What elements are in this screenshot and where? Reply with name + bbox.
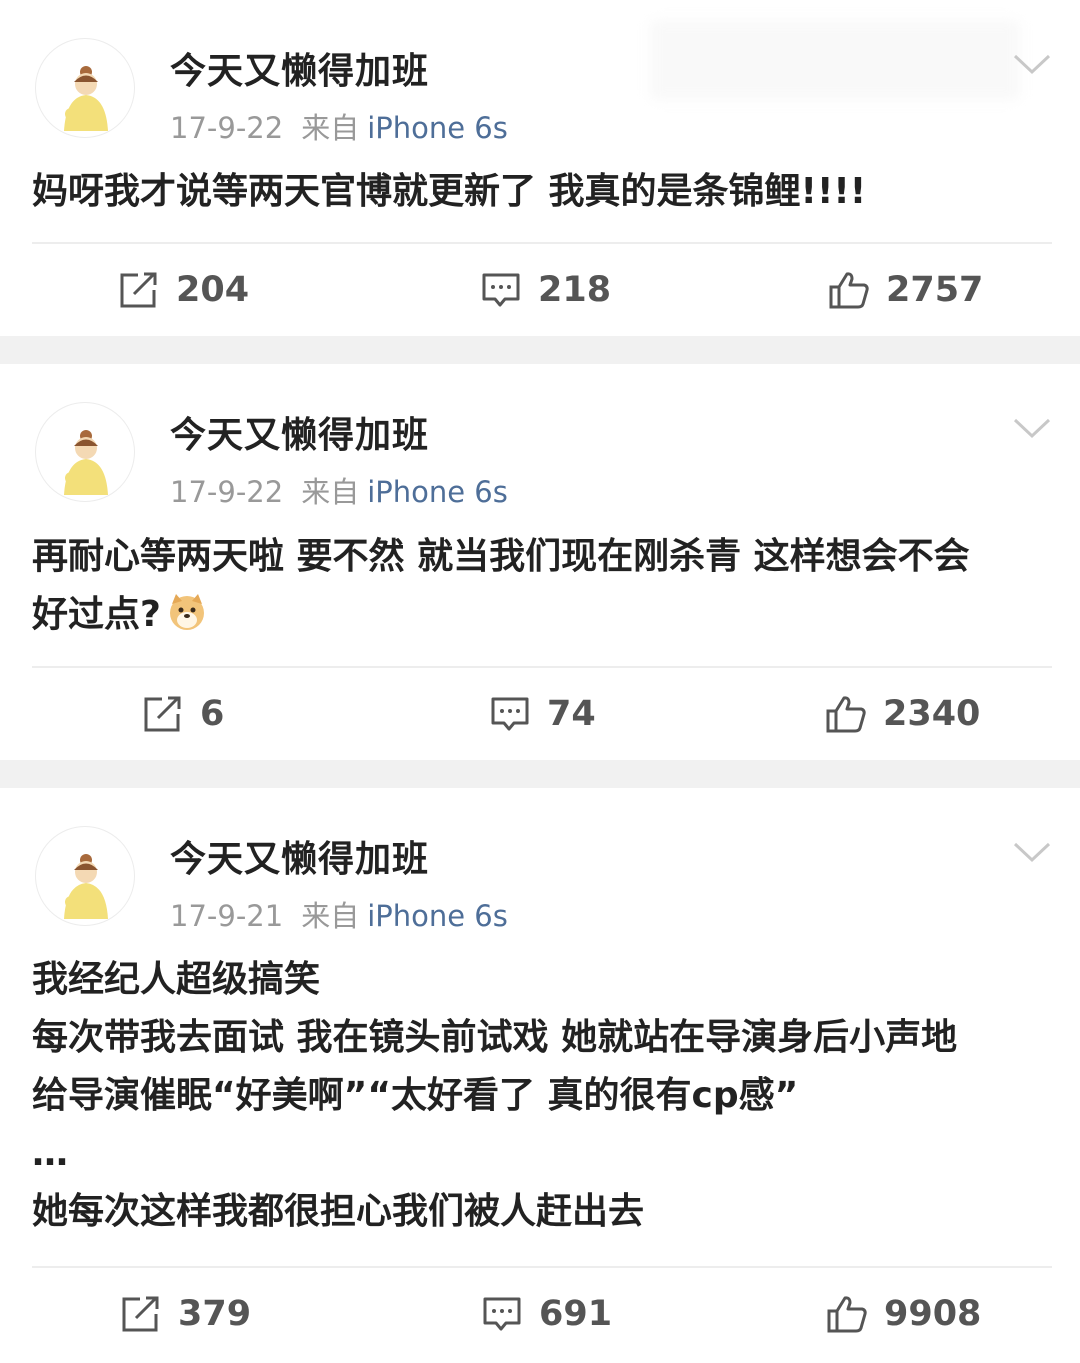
like-button[interactable]: 2757 xyxy=(828,270,983,310)
like-icon xyxy=(829,272,869,309)
post-date: 17-9-22 xyxy=(170,111,284,145)
repost-count: 6 xyxy=(200,694,225,734)
repost-icon xyxy=(144,696,181,732)
repost-button[interactable]: 6 xyxy=(142,694,224,734)
username[interactable]: 今天又懒得加班 xyxy=(170,830,429,882)
post-card: 今天又懒得加班 17-9-22 来自 iPhone 6s 妈呀我才说等两天官博就更新… xyxy=(0,0,1080,336)
avatar-icon xyxy=(64,430,108,495)
repost-button[interactable]: 379 xyxy=(120,1294,251,1334)
post-card: 今天又懒得加班 17-9-21 来自 iPhone 6s 我经纪人超级搞笑 每次带我… xyxy=(0,788,1080,1363)
chevron-down-icon[interactable] xyxy=(1012,416,1052,440)
device-link[interactable]: iPhone 6s xyxy=(367,111,508,145)
comment-icon xyxy=(482,273,520,307)
username[interactable]: 今天又懒得加班 xyxy=(170,406,429,458)
from-label: 来自 xyxy=(301,899,360,933)
post-meta: 17-9-22 来自 iPhone 6s xyxy=(170,105,508,147)
post-line: 我经纪人超级搞笑 xyxy=(32,959,321,1000)
comment-button[interactable]: 691 xyxy=(481,1294,612,1334)
weibo-feed: 今天又懒得加班 17-9-22 来自 iPhone 6s 妈呀我才说等两天官博就更新… xyxy=(0,0,1080,1363)
avatar[interactable] xyxy=(35,826,135,926)
chevron-down-icon[interactable] xyxy=(1012,840,1052,864)
post-content: 我经纪人超级搞笑 每次带我去面试 我在镜头前试戏 她就站在导演身后小声地 给导演… xyxy=(32,951,1044,1241)
post-card: 今天又懒得加班 17-9-22 来自 iPhone 6s 再耐心等两天啦 要不然 就… xyxy=(0,364,1080,760)
like-button[interactable]: 2340 xyxy=(825,694,980,734)
repost-icon xyxy=(122,1296,159,1332)
avatar-icon xyxy=(64,66,108,131)
like-count: 2757 xyxy=(886,270,984,310)
post-content: 再耐心等两天啦 要不然 就当我们现在刚杀青 这样想会不会 好过点? xyxy=(32,528,1044,644)
post-line: 每次带我去面试 我在镜头前试戏 她就站在导演身后小声地 xyxy=(32,1017,958,1058)
post-line: … xyxy=(32,1133,68,1174)
divider xyxy=(32,1266,1052,1268)
comment-icon xyxy=(491,697,529,731)
post-line: 给导演催眠“好美啊”“太好看了 真的很有cp感” xyxy=(32,1075,799,1116)
comment-count: 74 xyxy=(547,694,596,734)
device-link[interactable]: iPhone 6s xyxy=(367,475,508,509)
divider xyxy=(32,666,1052,668)
like-button[interactable]: 9908 xyxy=(826,1294,981,1334)
post-line-with-emoji: 好过点? xyxy=(32,586,1044,644)
post-content: 妈呀我才说等两天官博就更新了 我真的是条锦鲤!!!! xyxy=(32,163,1044,221)
comment-count: 691 xyxy=(539,1294,613,1334)
post-line: 再耐心等两天啦 要不然 就当我们现在刚杀青 这样想会不会 xyxy=(32,536,970,577)
repost-count: 379 xyxy=(178,1294,252,1334)
post-line: 她每次这样我都很担心我们被人赶出去 xyxy=(32,1191,645,1232)
blurred-region xyxy=(650,20,1020,100)
post-date: 17-9-21 xyxy=(170,899,284,933)
from-label: 来自 xyxy=(301,111,360,145)
comment-button[interactable]: 218 xyxy=(480,270,611,310)
avatar[interactable] xyxy=(35,402,135,502)
repost-count: 204 xyxy=(176,270,250,310)
like-icon xyxy=(826,696,866,733)
device-link[interactable]: iPhone 6s xyxy=(367,899,508,933)
comment-count: 218 xyxy=(538,270,612,310)
post-meta: 17-9-21 来自 iPhone 6s xyxy=(170,893,508,935)
like-count: 9908 xyxy=(884,1294,982,1334)
comment-button[interactable]: 74 xyxy=(489,694,596,734)
divider xyxy=(32,242,1052,244)
avatar-icon xyxy=(64,854,108,919)
post-meta: 17-9-22 来自 iPhone 6s xyxy=(170,469,508,511)
username[interactable]: 今天又懒得加班 xyxy=(170,42,429,94)
chevron-down-icon[interactable] xyxy=(1012,52,1052,76)
post-date: 17-9-22 xyxy=(170,475,284,509)
like-count: 2340 xyxy=(883,694,981,734)
like-icon xyxy=(827,1296,867,1333)
from-label: 来自 xyxy=(301,475,360,509)
post-line: 好过点? xyxy=(32,594,161,635)
repost-button[interactable]: 204 xyxy=(118,270,249,310)
comment-icon xyxy=(483,1297,521,1331)
repost-icon xyxy=(120,272,157,308)
doge-emoji-icon xyxy=(169,594,204,630)
avatar[interactable] xyxy=(35,38,135,138)
post-line: 妈呀我才说等两天官博就更新了 我真的是条锦鲤!!!! xyxy=(32,171,867,212)
